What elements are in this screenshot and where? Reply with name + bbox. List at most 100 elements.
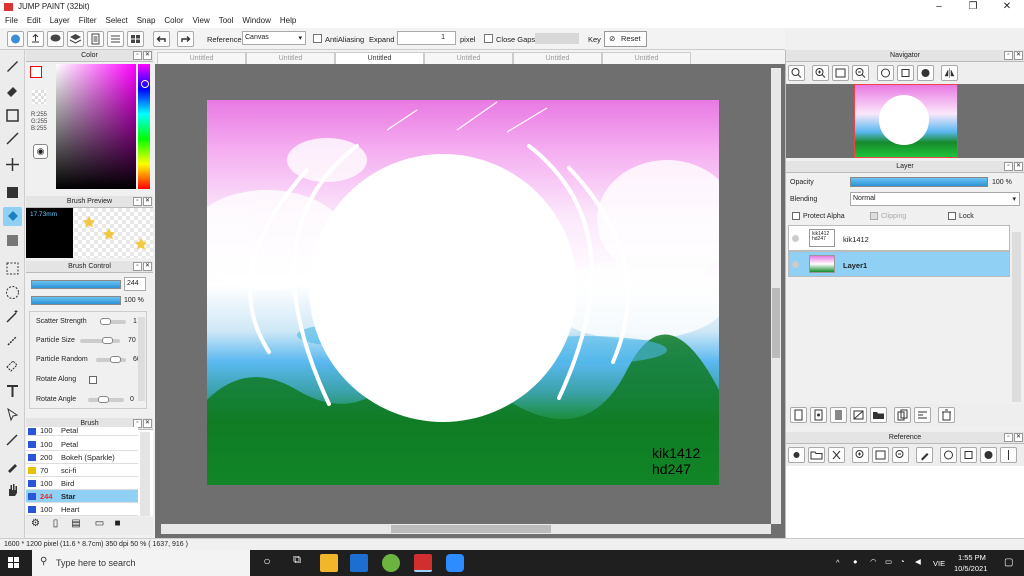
reset-view-icon[interactable] (960, 447, 977, 463)
menu-filter[interactable]: Filter (74, 14, 101, 25)
reference-area[interactable] (786, 466, 1024, 538)
navigator-preview[interactable] (786, 84, 1024, 158)
jump-paint-icon[interactable] (414, 554, 432, 572)
divide-tool-icon[interactable] (3, 430, 22, 449)
palette-icon[interactable]: ◉ (33, 144, 48, 159)
rotate-right-icon[interactable] (980, 447, 997, 463)
close-gaps-slider[interactable] (535, 33, 579, 44)
menu-tool[interactable]: Tool (214, 14, 238, 25)
horizontal-scrollbar[interactable] (161, 524, 771, 534)
menu-window[interactable]: Window (237, 14, 274, 25)
slider-knob[interactable] (100, 318, 111, 325)
battery-icon[interactable]: ▭ (885, 557, 892, 566)
rotate-along-checkbox[interactable] (89, 376, 97, 384)
slider-knob[interactable] (102, 337, 113, 344)
cortana-icon[interactable]: ○ (258, 554, 276, 572)
menu-select[interactable]: Select (100, 14, 131, 25)
menu-layer[interactable]: Layer (45, 14, 74, 25)
hand-tool-icon[interactable] (3, 481, 22, 500)
eyedropper-icon[interactable] (916, 447, 933, 463)
move-tool-icon[interactable] (3, 155, 22, 174)
flip-icon[interactable] (941, 65, 958, 81)
menu-color[interactable]: Color (159, 14, 187, 25)
blending-select[interactable]: Normal ▾ (850, 192, 1020, 206)
menu-view[interactable]: View (188, 14, 214, 25)
export-button[interactable] (27, 31, 44, 47)
close-icon[interactable]: ✕ (1014, 51, 1023, 60)
close-icon[interactable]: ✕ (143, 262, 152, 271)
rotate-left-icon[interactable] (877, 65, 894, 81)
layer-row-selected[interactable]: Layer1 (788, 251, 1010, 277)
vertical-scrollbar[interactable] (771, 68, 781, 524)
fill-rect-tool-icon[interactable] (3, 183, 22, 202)
tab-untitled-active[interactable]: Untitled (335, 52, 424, 64)
particle-size-slider[interactable] (80, 339, 120, 343)
visibility-icon[interactable] (792, 261, 799, 268)
reference-select[interactable]: Canvas ▾ (242, 31, 306, 45)
clipping-checkbox[interactable] (870, 212, 878, 220)
menu-snap[interactable]: Snap (132, 14, 160, 25)
layer-button[interactable] (67, 31, 84, 47)
zoom-out-icon[interactable] (852, 65, 869, 81)
new-canvas-button[interactable] (7, 31, 24, 47)
rotate-right-icon[interactable] (917, 65, 934, 81)
fit-icon[interactable] (832, 65, 849, 81)
canvas-area[interactable]: kik1412 hd247 (155, 64, 785, 538)
list-item-selected[interactable]: 244 Star (26, 490, 138, 503)
zoom-icon[interactable] (788, 65, 805, 81)
close-icon[interactable]: ✕ (1014, 162, 1023, 171)
hue-marker[interactable] (141, 80, 149, 88)
slider-knob[interactable] (110, 356, 121, 363)
new-layer-8bit-icon[interactable] (830, 407, 847, 423)
notification-icon[interactable]: ▢ (1004, 557, 1013, 568)
vertical-scroll-thumb[interactable] (772, 288, 780, 358)
main-color-swatch[interactable] (30, 66, 42, 78)
brush-doc-icon[interactable]: ▭ (92, 518, 107, 533)
maximize-button[interactable]: ❐ (956, 0, 990, 14)
delete-layer-icon[interactable] (938, 407, 955, 423)
close-icon[interactable]: ✕ (1014, 433, 1023, 442)
list-button[interactable] (107, 31, 124, 47)
close-icon[interactable]: ✕ (143, 197, 152, 206)
undock-icon[interactable]: ▫ (1004, 162, 1013, 171)
new-brush-icon[interactable]: ▯ (48, 518, 63, 533)
file-explorer-icon[interactable] (320, 554, 338, 572)
ellipse-select-tool-icon[interactable] (3, 283, 22, 302)
close-button[interactable]: ✕ (990, 0, 1024, 14)
transparent-swatch[interactable] (32, 90, 46, 104)
expand-input[interactable]: 1 (397, 31, 456, 45)
tab-untitled[interactable]: Untitled (602, 52, 691, 64)
close-icon[interactable]: ✕ (143, 419, 152, 428)
zoom-in-icon[interactable] (852, 447, 869, 463)
brush-opacity-bar[interactable] (31, 296, 121, 305)
undock-icon[interactable]: ▫ (1004, 433, 1013, 442)
browser-icon[interactable] (382, 554, 400, 572)
undock-icon[interactable]: ▫ (1004, 51, 1013, 60)
line-tool-icon[interactable] (3, 129, 22, 148)
bucket-tool-icon[interactable] (3, 207, 22, 226)
tab-untitled[interactable]: Untitled (157, 52, 246, 64)
text-tool-icon[interactable] (3, 381, 22, 400)
list-item[interactable]: 100 Petal (26, 427, 138, 436)
params-scrollbar[interactable] (138, 317, 145, 401)
comment-button[interactable] (47, 31, 64, 47)
list-item[interactable]: 100 Bird (26, 477, 138, 490)
brush-menu-icon[interactable]: ▤ (66, 518, 86, 533)
brush-list-scrollbar[interactable] (140, 432, 150, 516)
task-view-icon[interactable]: ⧉ (288, 554, 306, 572)
gradient-tool-icon[interactable] (3, 231, 22, 250)
slider-knob[interactable] (98, 396, 109, 403)
list-item[interactable]: 70 sci-fi (26, 464, 138, 477)
pen-tool-icon[interactable] (3, 56, 22, 75)
tab-untitled[interactable]: Untitled (513, 52, 602, 64)
volume-icon[interactable]: ◀ (915, 557, 921, 566)
layer-row[interactable]: kik1412 hd247 kik1412 (788, 225, 1010, 251)
magic-wand-tool-icon[interactable] (3, 307, 22, 326)
menu-file[interactable]: File (0, 14, 22, 25)
protect-alpha-checkbox[interactable] (792, 212, 800, 220)
tab-untitled[interactable]: Untitled (246, 52, 335, 64)
close-icon[interactable]: ✕ (143, 51, 152, 60)
tray-chevron-icon[interactable]: ^ (836, 558, 840, 567)
color-saturation-field[interactable] (56, 64, 136, 189)
grid-button[interactable] (127, 31, 144, 47)
